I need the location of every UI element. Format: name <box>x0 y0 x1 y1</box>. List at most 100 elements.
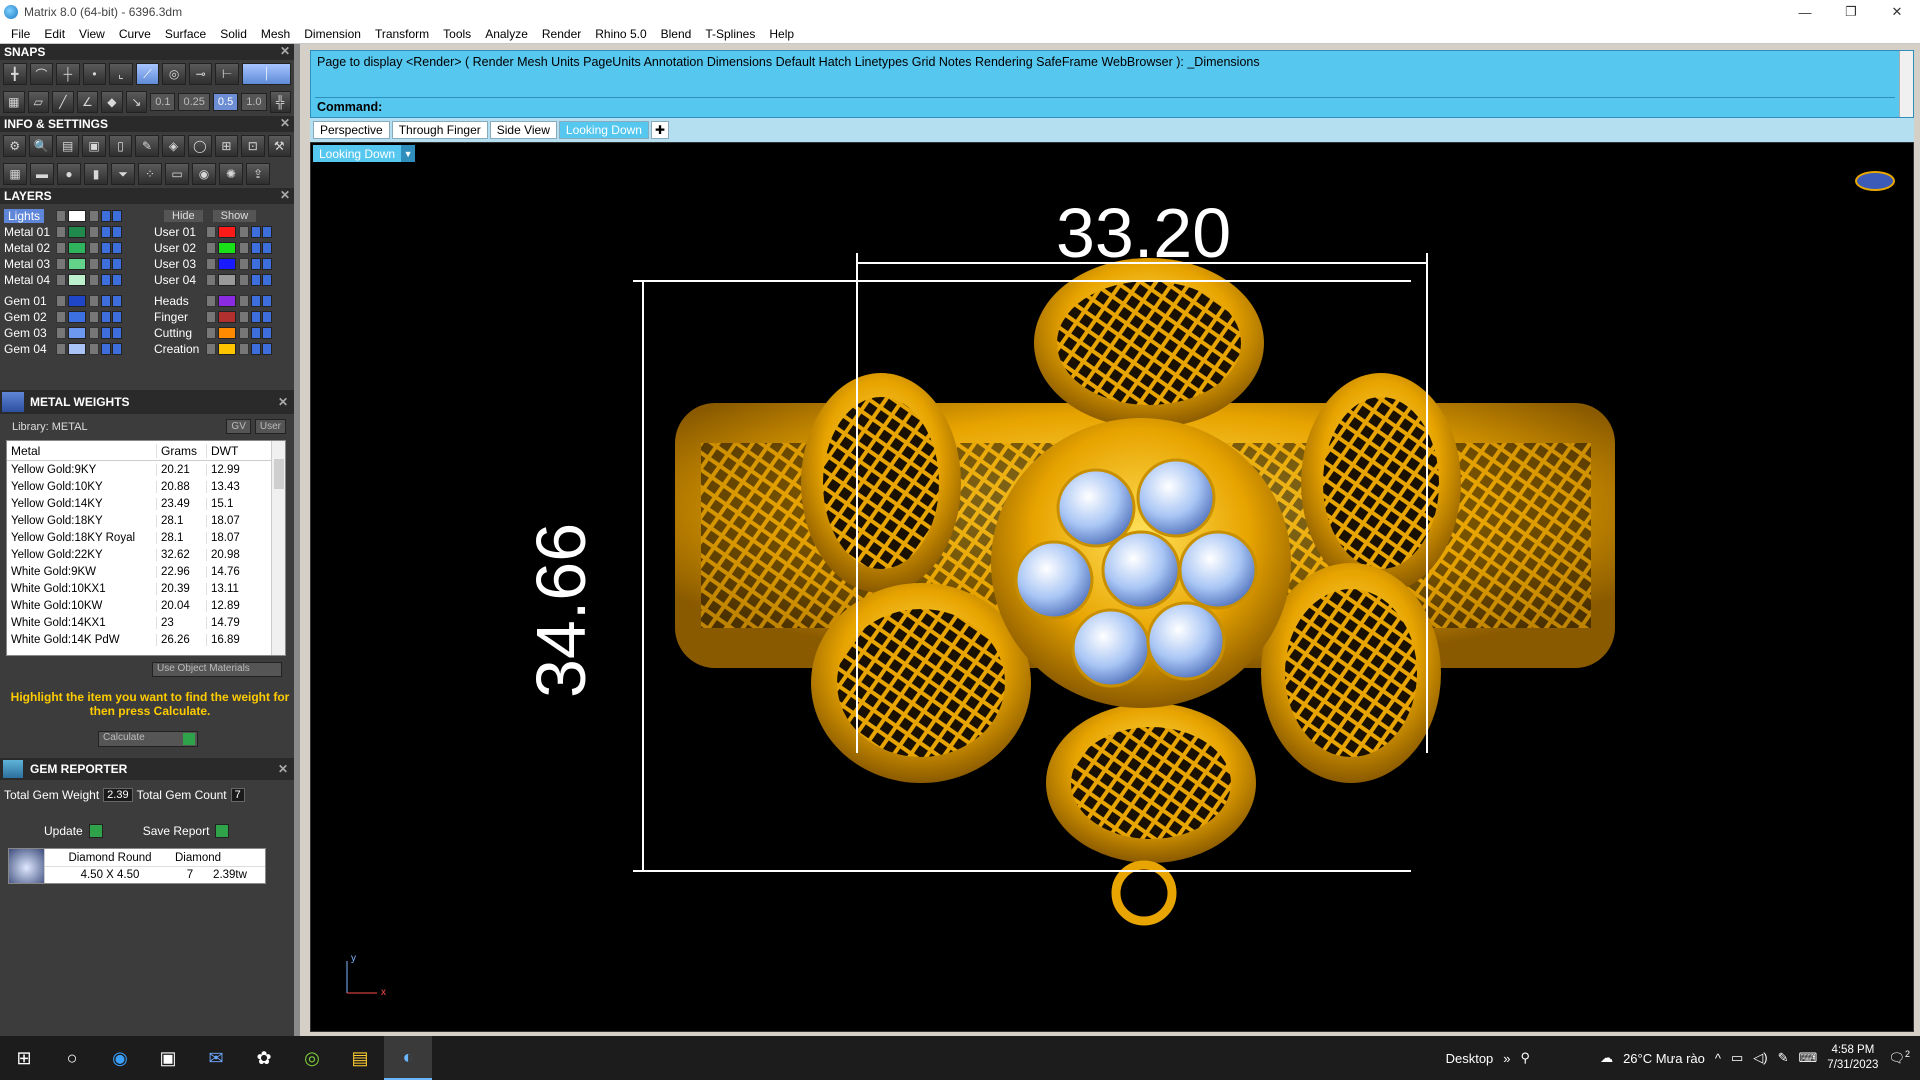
menu-analyze[interactable]: Analyze <box>478 27 535 41</box>
layer-row-metal-04[interactable]: Metal 04 <box>0 272 123 288</box>
layer-color-swatch[interactable] <box>68 274 86 286</box>
layer-row-gem-02[interactable]: Gem 02 <box>0 309 123 325</box>
cylinder-icon[interactable]: ▮ <box>84 163 108 185</box>
menu-view[interactable]: View <box>72 27 112 41</box>
gv-toggle[interactable]: GV <box>226 419 251 434</box>
chevron-up-icon[interactable]: ^ <box>1715 1051 1721 1066</box>
scatter-icon[interactable]: ⁘ <box>138 163 162 185</box>
layer-color-swatch[interactable] <box>68 311 86 323</box>
intersection-snap-icon[interactable]: ┼ <box>56 63 80 85</box>
layer-row-creation[interactable]: Creation <box>150 341 273 357</box>
midpoint-snap-icon[interactable]: ⊸ <box>188 63 213 85</box>
diamond-icon[interactable]: ◆ <box>101 91 123 113</box>
update-button[interactable]: Update <box>44 824 103 838</box>
gem-icon[interactable]: ◈ <box>161 135 186 157</box>
table-row[interactable]: White Gold:9KW 22.96 14.76 <box>7 563 285 580</box>
table-row[interactable]: Yellow Gold:9KY 20.21 12.99 <box>7 461 285 478</box>
layer-row-metal-03[interactable]: Metal 03 <box>0 256 123 272</box>
layer-row-user-04[interactable]: User 04 <box>150 272 273 288</box>
restore-button[interactable]: ❐ <box>1828 0 1874 24</box>
pen-icon[interactable]: ✎ <box>1778 1050 1789 1066</box>
tangent-snap-icon[interactable]: ⟋ <box>135 63 160 85</box>
layer-row-metal-02[interactable]: Metal 02 <box>0 240 123 256</box>
layer-row-heads[interactable]: Heads <box>150 293 273 309</box>
line-icon[interactable]: ╱ <box>52 91 74 113</box>
menu-rhino[interactable]: Rhino 5.0 <box>588 27 653 41</box>
snap-value-0-5[interactable]: 0.5 <box>212 93 239 111</box>
viewport-looking-down[interactable]: Looking Down ▼ 33.20 34.66 y x <box>310 142 1914 1032</box>
file-icon[interactable]: ▯ <box>108 135 133 157</box>
menu-solid[interactable]: Solid <box>213 27 254 41</box>
layer-row-user-03[interactable]: User 03 <box>150 256 273 272</box>
use-object-materials-toggle[interactable]: Use Object Materials <box>152 662 282 677</box>
layer-color-swatch[interactable] <box>68 242 86 254</box>
point-snap-icon[interactable]: • <box>82 63 107 85</box>
close-icon[interactable]: ✕ <box>280 44 290 58</box>
transform-icon[interactable]: ⊡ <box>241 135 265 157</box>
weather-icon[interactable]: ☁ <box>1600 1050 1613 1066</box>
grid-icon[interactable]: ▦ <box>3 91 25 113</box>
layer-row-finger[interactable]: Finger <box>150 309 273 325</box>
tab-looking-down[interactable]: Looking Down <box>558 121 649 139</box>
app-swirl-icon[interactable]: ✿ <box>240 1036 288 1080</box>
tab-side-view[interactable]: Side View <box>489 121 557 139</box>
material-icon[interactable]: ◉ <box>192 163 216 185</box>
corner-snap-icon[interactable]: ⌞ <box>109 63 133 85</box>
table-row[interactable]: White Gold:14K PdW 26.26 16.89 <box>7 631 285 648</box>
windows-icon[interactable]: ▦ <box>3 163 27 185</box>
layer-row-gem-04[interactable]: Gem 04 <box>0 341 123 357</box>
ortho-toggle-icon[interactable]: ⏐ <box>241 63 291 85</box>
menu-tools[interactable]: Tools <box>436 27 478 41</box>
ring-icon[interactable]: ◯ <box>188 135 212 157</box>
menu-transform[interactable]: Transform <box>368 27 436 41</box>
settings-icon[interactable]: ⚙ <box>3 135 27 157</box>
keyboard-icon[interactable]: ⌨ <box>1799 1050 1818 1066</box>
file-explorer-icon[interactable]: ▤ <box>336 1036 384 1080</box>
table-row[interactable]: Yellow Gold:14KY 23.49 15.1 <box>7 495 285 512</box>
layer-row-user-02[interactable]: User 02 <box>150 240 273 256</box>
windows-start-icon[interactable]: ⊞ <box>0 1036 48 1080</box>
menu-curve[interactable]: Curve <box>112 27 158 41</box>
network-icon[interactable]: ▭ <box>1731 1050 1743 1066</box>
close-icon[interactable]: ✕ <box>280 116 290 130</box>
table-row[interactable]: Yellow Gold:18KY 28.1 18.07 <box>7 512 285 529</box>
menu-file[interactable]: File <box>4 27 37 41</box>
close-button[interactable]: ✕ <box>1874 0 1920 24</box>
tool-icon[interactable]: ⚒ <box>267 135 291 157</box>
search-circle-icon[interactable]: ○ <box>48 1036 96 1080</box>
mail-icon[interactable]: ✉ <box>192 1036 240 1080</box>
layer-color-swatch[interactable] <box>218 242 236 254</box>
table-row[interactable]: White Gold:14KX1 23 14.79 <box>7 614 285 631</box>
layer-row-metal-01[interactable]: Metal 01 <box>0 224 123 240</box>
overflow-chevron-icon[interactable]: » <box>1503 1051 1510 1066</box>
table-row[interactable]: White Gold:10KX1 20.39 13.11 <box>7 580 285 597</box>
calculate-button[interactable]: Calculate <box>98 731 198 747</box>
screen-icon[interactable]: ▭ <box>165 163 189 185</box>
sphere-icon[interactable]: ● <box>57 163 81 185</box>
layer-color-swatch[interactable] <box>68 210 86 222</box>
curve-snap-icon[interactable]: ⌒ <box>29 63 54 85</box>
layer-row-gem-03[interactable]: Gem 03 <box>0 325 123 341</box>
table-row[interactable]: Yellow Gold:10KY 20.88 13.43 <box>7 478 285 495</box>
plane-icon[interactable]: ▱ <box>27 91 50 113</box>
edit-icon[interactable]: ✎ <box>135 135 159 157</box>
green-app-icon[interactable]: ◎ <box>288 1036 336 1080</box>
store-icon[interactable]: ▣ <box>144 1036 192 1080</box>
export-icon[interactable]: ⇪ <box>246 163 270 185</box>
snap-value-0-25[interactable]: 0.25 <box>178 93 210 111</box>
layer-color-swatch[interactable] <box>218 295 236 307</box>
layer-color-swatch[interactable] <box>68 258 86 270</box>
scrollbar-thumb[interactable] <box>274 459 284 489</box>
layer-color-swatch[interactable] <box>68 327 86 339</box>
command-scrollbar[interactable] <box>1899 51 1913 117</box>
layer-color-swatch[interactable] <box>218 327 236 339</box>
show-layers-button[interactable]: Show <box>212 210 257 222</box>
save-report-button[interactable]: Save Report <box>143 824 230 838</box>
menu-mesh[interactable]: Mesh <box>254 27 297 41</box>
volume-icon[interactable]: ◁) <box>1753 1050 1767 1066</box>
table-row[interactable]: White Gold:10KW 20.04 12.89 <box>7 597 285 614</box>
layers-icon[interactable]: ▤ <box>55 135 80 157</box>
zoom-icon[interactable]: 🔍 <box>29 135 53 157</box>
menu-blend[interactable]: Blend <box>654 27 699 41</box>
snap-value-0-1[interactable]: 0.1 <box>150 93 176 111</box>
